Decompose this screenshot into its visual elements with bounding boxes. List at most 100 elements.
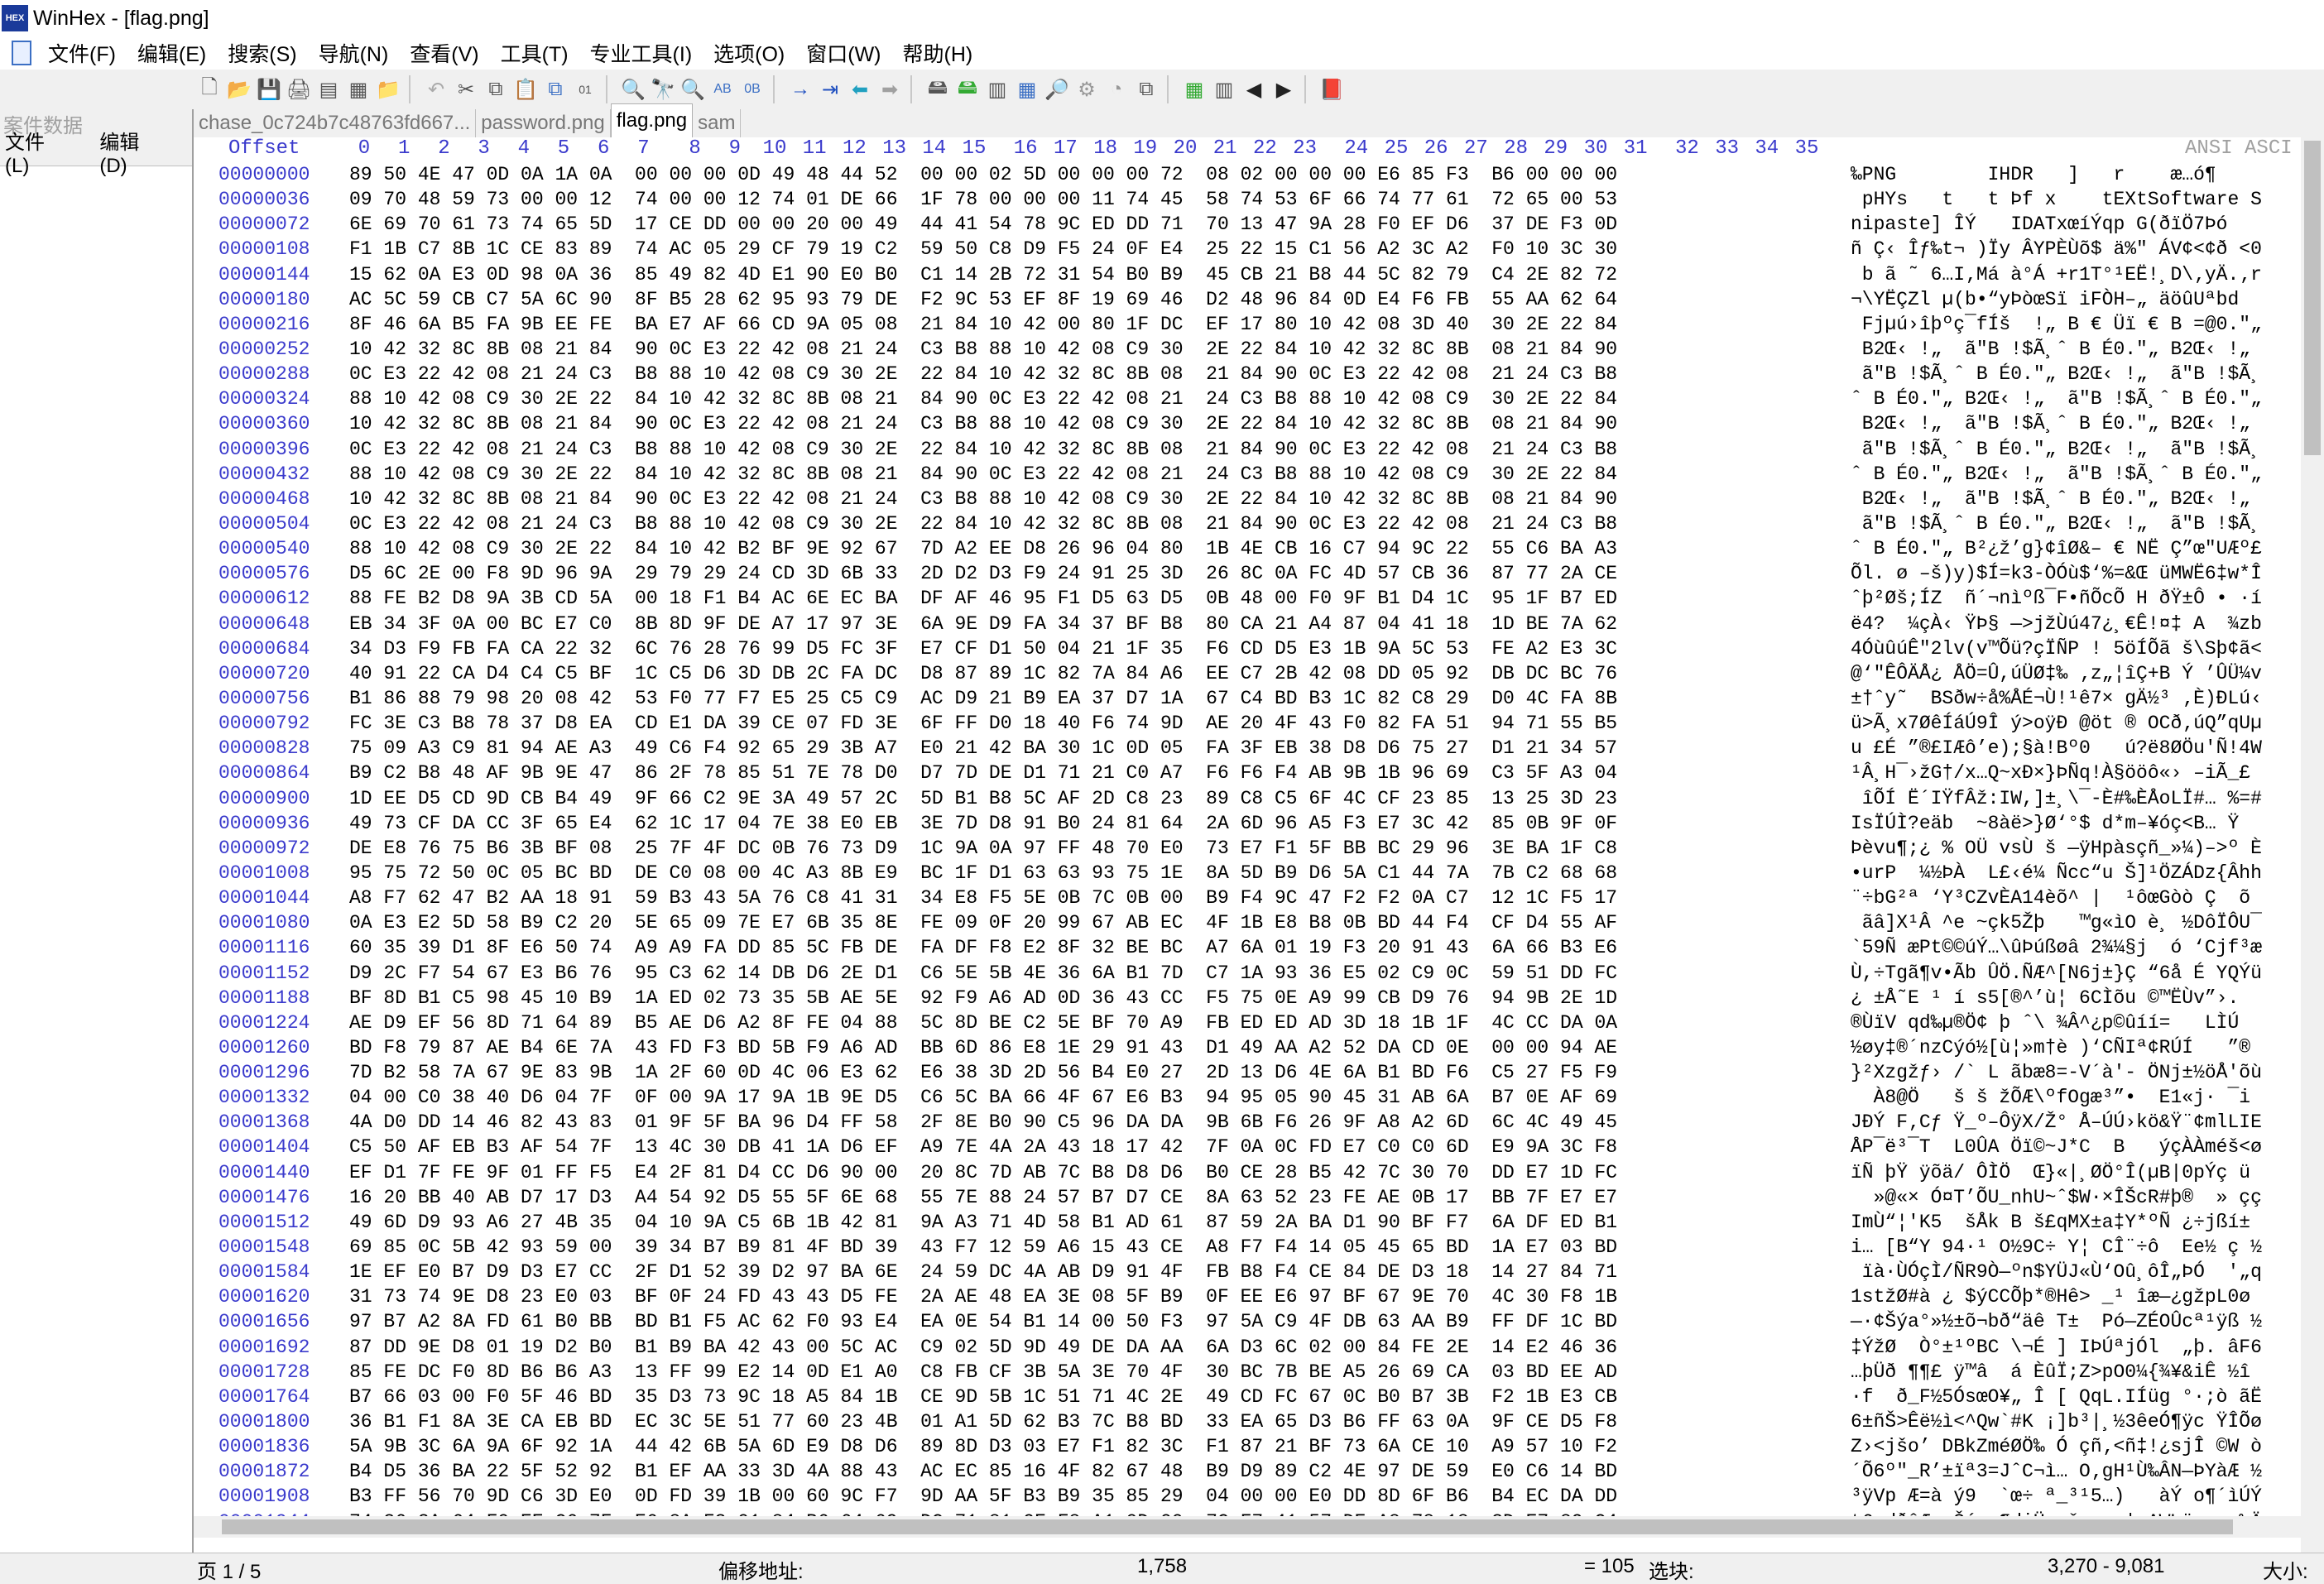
row-hex-bytes[interactable]: 4A D0 DD 14 46 82 43 83 01 9F 5F BA 96 D…	[349, 1110, 1617, 1135]
view-data-icon[interactable]: ▦	[1182, 77, 1207, 102]
row-hex-bytes[interactable]: B3 FF 56 70 9D C6 3D E0 0D FD 39 1B 00 6…	[349, 1484, 1617, 1509]
row-ascii[interactable]: ïà·ÙÓçÌ/ÑR9Ò—ºn$YÜJ«Ù‘Oû¸ôÎ„ÞÓ '„q	[1851, 1260, 2262, 1284]
hex-row[interactable]: 00000036 09 70 48 59 73 00 00 12 74 00 00…	[194, 187, 2301, 212]
hex-row[interactable]: 00001656 97 B7 A2 8A FD 61 B0 BB BD B1 F5…	[194, 1309, 2301, 1334]
previous-icon[interactable]: ◀	[1241, 77, 1266, 102]
row-ascii[interactable]: `59Ñ æPt©©úÝ…\ûÞúßøâ 2¾¼§j ó ‘Cjf³æ	[1851, 935, 2262, 960]
row-hex-bytes[interactable]: 0C E3 22 42 08 21 24 C3 B8 88 10 42 08 C…	[349, 511, 1617, 536]
hex-row[interactable]: 00000180 AC 5C 59 CB C7 5A 6C 90 8F B5 28…	[194, 287, 2301, 312]
row-ascii[interactable]: ë4? ¼çÀ‹ ŸÞ§ —>jžÙú47¿¸€Ê!¤‡ A ¾zb	[1851, 612, 2262, 636]
back-icon[interactable]: ⬅	[847, 77, 872, 102]
hex-row[interactable]: 00001080 0A E3 E2 5D 58 B9 C2 20 5E 65 09…	[194, 910, 2301, 935]
hex-row[interactable]: 00000540 88 10 42 08 C9 30 2E 22 84 10 42…	[194, 536, 2301, 561]
row-ascii[interactable]: ´Õ6º"_R’±ïª3=JˆC¬ì… O‚gH¹Ù‰ÂN—ÞYàÆ ½	[1851, 1459, 2262, 1484]
row-hex-bytes[interactable]: 0C E3 22 42 08 21 24 C3 B8 88 10 42 08 C…	[349, 362, 1617, 386]
row-ascii[interactable]: ã"B !$Ã¸ˆ B É0."„ B2Œ‹ !„ ã"B !$Ã¸	[1851, 362, 2262, 386]
row-hex-bytes[interactable]: 0A E3 E2 5D 58 B9 C2 20 5E 65 09 7E E7 6…	[349, 910, 1617, 935]
hex-row[interactable]: 00000972 DE E8 76 75 B6 3B BF 08 25 7F 4F…	[194, 836, 2301, 861]
menu-navigation[interactable]: 导航(N)	[319, 38, 389, 68]
row-hex-bytes[interactable]: B1 86 88 79 98 20 08 42 53 F0 77 F7 E5 2…	[349, 686, 1617, 711]
row-hex-bytes[interactable]: 60 35 39 D1 8F E6 50 74 A9 A9 FA DD 85 5…	[349, 935, 1617, 960]
row-hex-bytes[interactable]: B9 C2 B8 48 AF 9B 9E 47 86 2F 78 85 51 7…	[349, 761, 1617, 785]
hex-row[interactable]: 00000612 88 FE B2 D8 9A 3B CD 5A 00 18 F1…	[194, 586, 2301, 611]
row-hex-bytes[interactable]: 09 70 48 59 73 00 00 12 74 00 00 12 74 0…	[349, 187, 1617, 212]
row-hex-bytes[interactable]: 75 09 A3 C9 81 94 AE A3 49 C6 F4 92 65 2…	[349, 736, 1617, 761]
find-hex-icon[interactable]: 🔭	[651, 77, 675, 102]
row-ascii[interactable]: ü>Ã¸x7ØêÍáÚ9Î ý>oÿÐ @öt ® OCð‚úQ”qUµ	[1851, 711, 2262, 736]
replace-hex-icon[interactable]: 0B	[740, 77, 765, 102]
columns-icon[interactable]: ▥	[1212, 77, 1236, 102]
undo-icon[interactable]: ↶	[424, 77, 449, 102]
hex-row[interactable]: 00000648 EB 34 3F 0A 00 BC E7 C0 8B 8D 9F…	[194, 612, 2301, 636]
row-ascii[interactable]: B2Œ‹ !„ ã"B !$Ã¸ˆ B É0."„ B2Œ‹ !„	[1851, 411, 2262, 436]
menu-help[interactable]: 帮助(H)	[903, 38, 973, 68]
hex-row[interactable]: 00000936 49 73 CF DA CC 3F 65 E4 62 1C 17…	[194, 811, 2301, 836]
row-ascii[interactable]: ¬\YËÇZl µ(b•“yÞòœSï iFÒH–„ äöûUªbd	[1851, 287, 2239, 312]
hex-row[interactable]: 00000360 10 42 32 8C 8B 08 21 84 90 0C E3…	[194, 411, 2301, 436]
row-ascii[interactable]: ˆ B É0."„ B2Œ‹ !„ ã"B !$Ã¸ˆ B É0."„	[1851, 462, 2262, 487]
hex-row[interactable]: 00001260 BD F8 79 87 AE B4 6E 7A 43 FD F3…	[194, 1035, 2301, 1060]
row-hex-bytes[interactable]: EF D1 7F FE 9F 01 FF F5 E4 2F 81 D4 CC D…	[349, 1160, 1617, 1185]
row-hex-bytes[interactable]: AC 5C 59 CB C7 5A 6C 90 8F B5 28 62 95 9…	[349, 287, 1617, 312]
analysis-icon[interactable]: ◔	[1104, 77, 1129, 102]
row-ascii[interactable]: pHYs t t Þf x tEXtSoftware S	[1851, 187, 2262, 212]
properties-icon[interactable]: ▤	[316, 77, 341, 102]
row-hex-bytes[interactable]: F1 1B C7 8B 1C CE 83 89 74 AC 05 29 CF 7…	[349, 237, 1617, 262]
row-ascii[interactable]: —·¢Šýa°»½±õ¬bð“äê T± Pó—ZÉOÛcª¹ÿß ½	[1851, 1309, 2262, 1334]
row-hex-bytes[interactable]: 1D EE D5 CD 9D CB B4 49 9F 66 C2 9E 3A 4…	[349, 786, 1617, 811]
hex-row[interactable]: 00000720 40 91 22 CA D4 C4 C5 BF 1C C5 D6…	[194, 661, 2301, 686]
goto-page-icon[interactable]: ⇥	[818, 77, 843, 102]
row-hex-bytes[interactable]: BD F8 79 87 AE B4 6E 7A 43 FD F3 BD 5B F…	[349, 1035, 1617, 1060]
row-ascii[interactable]: Ù,÷Tgã¶v•Ãb ÛÖ.ÑÆ^[N6j±}Ç “6å É YQÝü	[1851, 961, 2262, 986]
row-ascii[interactable]: ˆþ²Øš;ÍZ ñ´¬nìºß¯F•ñÕcÕ H ðŸ±Ô • ·í	[1851, 586, 2262, 611]
copy-icon[interactable]: ⧉	[483, 77, 508, 102]
row-ascii[interactable]: ïÑ þŸ ÿõä/ ÔÌÖ Œ}«|¸ØÖ°Î(µB|0pÝç ü	[1851, 1160, 2250, 1185]
row-ascii[interactable]: »@«× Ó¤T’ÕU_nhU~ˆ$W·×ÎŠcR#þ® » çç	[1851, 1185, 2262, 1210]
hex-row[interactable]: 00000252 10 42 32 8C 8B 08 21 84 90 0C E3…	[194, 337, 2301, 362]
row-ascii[interactable]: ÅP¯ë³¯T L0ÛA Öï©~J*C B ýçÀÀméš<ø	[1851, 1135, 2262, 1159]
hex-row[interactable]: 00000072 6E 69 70 61 73 74 65 5D 17 CE DD…	[194, 212, 2301, 237]
new-file-icon[interactable]: 🗋	[197, 76, 222, 102]
row-ascii[interactable]: }²Xzgžƒ› /` L ãbæ8=-V´à'- ÖNj±½öÅ'õù	[1851, 1060, 2262, 1085]
menu-options[interactable]: 选项(O)	[713, 38, 785, 68]
vertical-scrollbar[interactable]	[2301, 137, 2324, 1553]
row-hex-bytes[interactable]: 6E 69 70 61 73 74 65 5D 17 CE DD 00 00 2…	[349, 212, 1617, 237]
row-ascii[interactable]: ¹Â¸H¯›žG†/x…Q~xÐ×}ÞÑq!À§ööô«› –iÃ_£	[1851, 761, 2262, 785]
hex-row[interactable]: 00001908 B3 FF 56 70 9D C6 3D E0 0D FD 39…	[194, 1484, 2301, 1509]
row-ascii[interactable]: B2Œ‹ !„ ã"B !$Ã¸ˆ B É0."„ B2Œ‹ !„	[1851, 487, 2262, 511]
hex-row[interactable]: 00001872 B4 D5 36 BA 22 5F 52 92 B1 EF AA…	[194, 1459, 2301, 1484]
hex-row[interactable]: 00000864 B9 C2 B8 48 AF 9B 9E 47 86 2F 78…	[194, 761, 2301, 785]
row-ascii[interactable]: B2Œ‹ !„ ã"B !$Ã¸ˆ B É0."„ B2Œ‹ !„	[1851, 337, 2262, 362]
row-hex-bytes[interactable]: 34 D3 F9 FB FA CA 22 32 6C 76 28 76 99 D…	[349, 636, 1617, 661]
hex-row[interactable]: 00000576 D5 6C 2E 00 F8 9D 96 9A 29 79 29…	[194, 561, 2301, 586]
row-ascii[interactable]: îÕÍ Ë´IŸfÂž:IW,]±¸\¯-È#‰ÈÅoLÏ#… %=#	[1851, 786, 2262, 811]
disk-add-icon[interactable]: 🖴	[955, 76, 980, 102]
forward-icon[interactable]: ➡	[877, 77, 902, 102]
row-hex-bytes[interactable]: 0C E3 22 42 08 21 24 C3 B8 88 10 42 08 C…	[349, 437, 1617, 462]
open-recent-icon[interactable]: 📁	[376, 77, 401, 102]
hex-row[interactable]: 00000684 34 D3 F9 FB FA CA 22 32 6C 76 28…	[194, 636, 2301, 661]
hex-row[interactable]: 00000144 15 62 0A E3 0D 98 0A 36 85 49 82…	[194, 262, 2301, 287]
row-hex-bytes[interactable]: 89 50 4E 47 0D 0A 1A 0A 00 00 00 0D 49 4…	[349, 162, 1617, 187]
copy-hex-icon[interactable]: ⧉	[543, 77, 568, 102]
case-menu-edit[interactable]: 编辑(D)	[99, 126, 156, 178]
row-hex-bytes[interactable]: B4 D5 36 BA 22 5F 52 92 B1 EF AA 33 3D 4…	[349, 1459, 1617, 1484]
row-ascii[interactable]: IsÏÚÌ?eäb ~8àë>}Ø‘°$ d*m–¥óç<B… Ÿ	[1851, 811, 2250, 836]
hex-row[interactable]: 00000756 B1 86 88 79 98 20 08 42 53 F0 77…	[194, 686, 2301, 711]
hex-row[interactable]: 00000504 0C E3 22 42 08 21 24 C3 B8 88 10…	[194, 511, 2301, 536]
print-icon[interactable]: 🖨	[286, 77, 311, 102]
row-ascii[interactable]: ‰PNG IHDR ] r æ…ó¶	[1851, 162, 2216, 187]
row-hex-bytes[interactable]: 7D B2 58 7A 67 9E 83 9B 1A 2F 60 0D 4C 0…	[349, 1060, 1617, 1085]
row-hex-bytes[interactable]: 87 DD 9E D8 01 19 D2 B0 B1 B9 BA 42 43 0…	[349, 1335, 1617, 1360]
hex-row[interactable]: 00001584 1E EF E0 B7 D9 D3 E7 CC 2F D1 52…	[194, 1260, 2301, 1284]
row-ascii[interactable]: ˆ B É0."„ B2Œ‹ !„ ã"B !$Ã¸ˆ B É0."„	[1851, 386, 2262, 411]
hex-row[interactable]: 00001728 85 FE DC F0 8D B6 B6 A3 13 FF 99…	[194, 1360, 2301, 1385]
row-hex-bytes[interactable]: DE E8 76 75 B6 3B BF 08 25 7F 4F DC 0B 7…	[349, 836, 1617, 861]
row-ascii[interactable]: ñ Ç‹ Îƒ‰t¬ )Ïy ÂYPÈÙõ$ ä%" ÁV¢<¢ð <0	[1851, 237, 2262, 262]
row-ascii[interactable]: 6±ñŠ>Êë½ì<^Qw`#K ¡]b³|¸½3êeÓ¶ÿc ŸÎÕø	[1851, 1409, 2262, 1434]
row-hex-bytes[interactable]: 40 91 22 CA D4 C4 C5 BF 1C C5 D6 3D DB 2…	[349, 661, 1617, 686]
row-ascii[interactable]: 1stžØ#à ¿ $ýCCÕþ*®Hê> _¹ îæ—¿gžpL0ø	[1851, 1284, 2262, 1309]
row-hex-bytes[interactable]: 16 20 BB 40 AB D7 17 D3 A4 54 92 D5 55 5…	[349, 1185, 1617, 1210]
hex-row[interactable]: 00000000 89 50 4E 47 0D 0A 1A 0A 00 00 00…	[194, 162, 2301, 187]
menu-pro-tools[interactable]: 专业工具(I)	[590, 38, 693, 68]
